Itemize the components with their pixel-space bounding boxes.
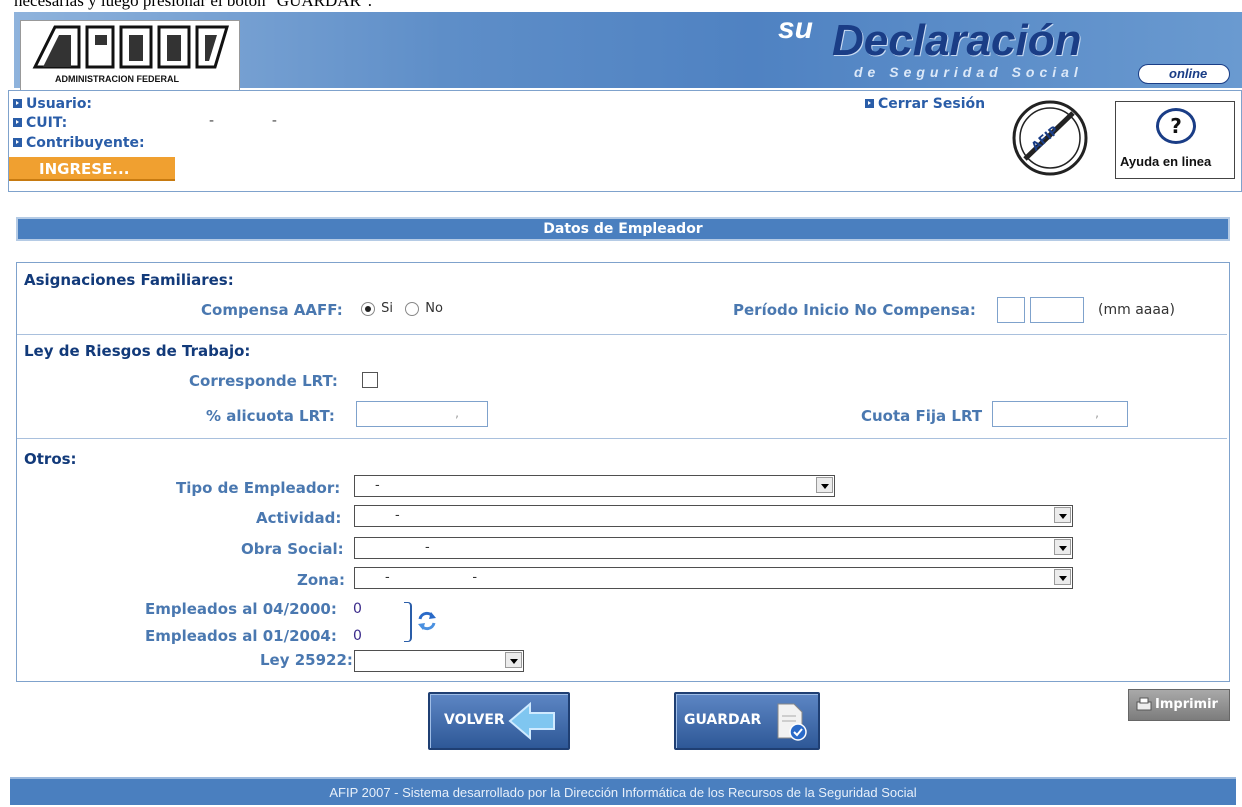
cuit-label: CUIT: (13, 115, 67, 131)
otros-heading: Otros: (24, 450, 77, 468)
actividad-label: Actividad: (256, 509, 342, 527)
cerrar-sesion-link[interactable]: Cerrar Sesión (865, 96, 985, 112)
empleados-2000-label: Empleados al 04/2000: (145, 600, 337, 618)
tipo-empleador-label: Tipo de Empleador: (176, 479, 341, 497)
alicuota-lrt-value: , (455, 406, 459, 420)
zona-value: - - (385, 570, 478, 585)
header-banner: ADMINISTRACION FEDERAL su Declaración de… (14, 12, 1242, 92)
section-title-bar: Datos de Empleador (16, 217, 1230, 241)
guardar-label: GUARDAR (684, 712, 762, 728)
bullet-icon (13, 118, 22, 127)
ayuda-label: Ayuda en linea (1120, 154, 1212, 169)
actividad-value: - (395, 508, 400, 523)
volver-button[interactable]: VOLVER (428, 692, 570, 750)
periodo-mes-input[interactable] (997, 297, 1025, 323)
bullet-icon (13, 99, 22, 108)
afip-logo-icon (32, 25, 230, 69)
afip-seal: AFIP (1011, 99, 1089, 177)
periodo-anio-input[interactable] (1030, 297, 1084, 323)
alicuota-lrt-label: % alicuota LRT: (206, 407, 335, 425)
cuota-fija-lrt-input[interactable]: , (992, 401, 1128, 427)
brand-title: Declaración (832, 16, 1082, 65)
printer-icon (1136, 697, 1152, 711)
cuit-value: - - (209, 113, 277, 129)
cuota-fija-lrt-value: , (1095, 406, 1099, 420)
brace (404, 602, 412, 642)
chevron-down-icon (505, 652, 522, 668)
bullet-icon (865, 99, 874, 108)
radio-si[interactable] (361, 301, 375, 316)
ayuda-en-linea-button[interactable]: ? Ayuda en linea (1115, 101, 1235, 179)
form-panel (16, 262, 1230, 682)
obra-social-value: - (425, 540, 430, 555)
chevron-down-icon (816, 477, 833, 493)
alicuota-lrt-input[interactable]: , (356, 401, 488, 427)
radio-si-label: Si (381, 301, 394, 316)
asignaciones-heading: Asignaciones Familiares: (24, 271, 234, 289)
usuario-label: Usuario: (13, 96, 92, 112)
chevron-down-icon (1054, 539, 1071, 555)
corresponde-lrt-label: Corresponde LRT: (189, 372, 338, 390)
imprimir-button[interactable]: Imprimir (1128, 689, 1230, 721)
help-question-icon: ? (1156, 108, 1196, 144)
empleados-2004-label: Empleados al 01/2004: (145, 627, 337, 645)
compensa-radio-group: Si No (361, 301, 443, 316)
bullet-icon (13, 138, 22, 147)
ingrese-button[interactable]: INGRESE... (9, 157, 175, 181)
brand-subtitle: de Seguridad Social (854, 64, 1083, 80)
tipo-empleador-select[interactable]: - (354, 475, 835, 497)
arrow-left-icon (508, 702, 555, 740)
actividad-select[interactable]: - (354, 505, 1073, 527)
logo-text: ADMINISTRACION FEDERAL (55, 74, 179, 84)
afip-logo: ADMINISTRACION FEDERAL (20, 20, 240, 92)
cuota-fija-lrt-label: Cuota Fija LRT (861, 407, 983, 425)
divider (17, 334, 1227, 335)
brand-su: su (778, 12, 814, 45)
imprimir-label: Imprimir (1155, 697, 1218, 712)
zona-select[interactable]: - - (354, 567, 1073, 589)
obra-social-select[interactable]: - (354, 537, 1073, 559)
divider (17, 438, 1227, 439)
chevron-down-icon (1054, 507, 1071, 523)
empleados-2000-value: 0 (353, 601, 362, 617)
corresponde-lrt-checkbox[interactable] (362, 372, 378, 388)
afip-seal-icon: AFIP (1012, 100, 1088, 176)
radio-no-label: No (425, 301, 443, 316)
footer-bar: AFIP 2007 - Sistema desarrollado por la … (10, 777, 1236, 805)
contribuyente-label: Contribuyente: (13, 135, 145, 151)
periodo-label: Período Inicio No Compensa: (733, 301, 976, 319)
tipo-empleador-value: - (375, 478, 380, 493)
volver-label: VOLVER (444, 712, 505, 728)
brand-online: online (1169, 66, 1208, 81)
section-title: Datos de Empleador (543, 221, 703, 237)
zona-label: Zona: (297, 571, 345, 589)
guardar-button[interactable]: GUARDAR (674, 692, 820, 750)
radio-no[interactable] (405, 301, 420, 316)
save-document-icon (777, 703, 807, 741)
top-instruction-text: necesarias y luego presionar el botón "G… (14, 0, 373, 10)
periodo-hint: (mm aaaa) (1098, 302, 1175, 318)
brand-online-badge: online (1138, 64, 1230, 84)
chevron-down-icon (1054, 569, 1071, 585)
ley-25922-select[interactable] (354, 650, 524, 672)
user-panel: Usuario: CUIT: - - Contribuyente: INGRES… (8, 90, 1242, 192)
compensa-label: Compensa AAFF: (201, 301, 343, 319)
empleados-2004-value: 0 (353, 628, 362, 644)
ley-25922-label: Ley 25922: (260, 651, 353, 669)
refresh-icon[interactable] (416, 610, 438, 632)
lrt-heading: Ley de Riesgos de Trabajo: (24, 342, 251, 360)
obra-social-label: Obra Social: (241, 540, 344, 558)
